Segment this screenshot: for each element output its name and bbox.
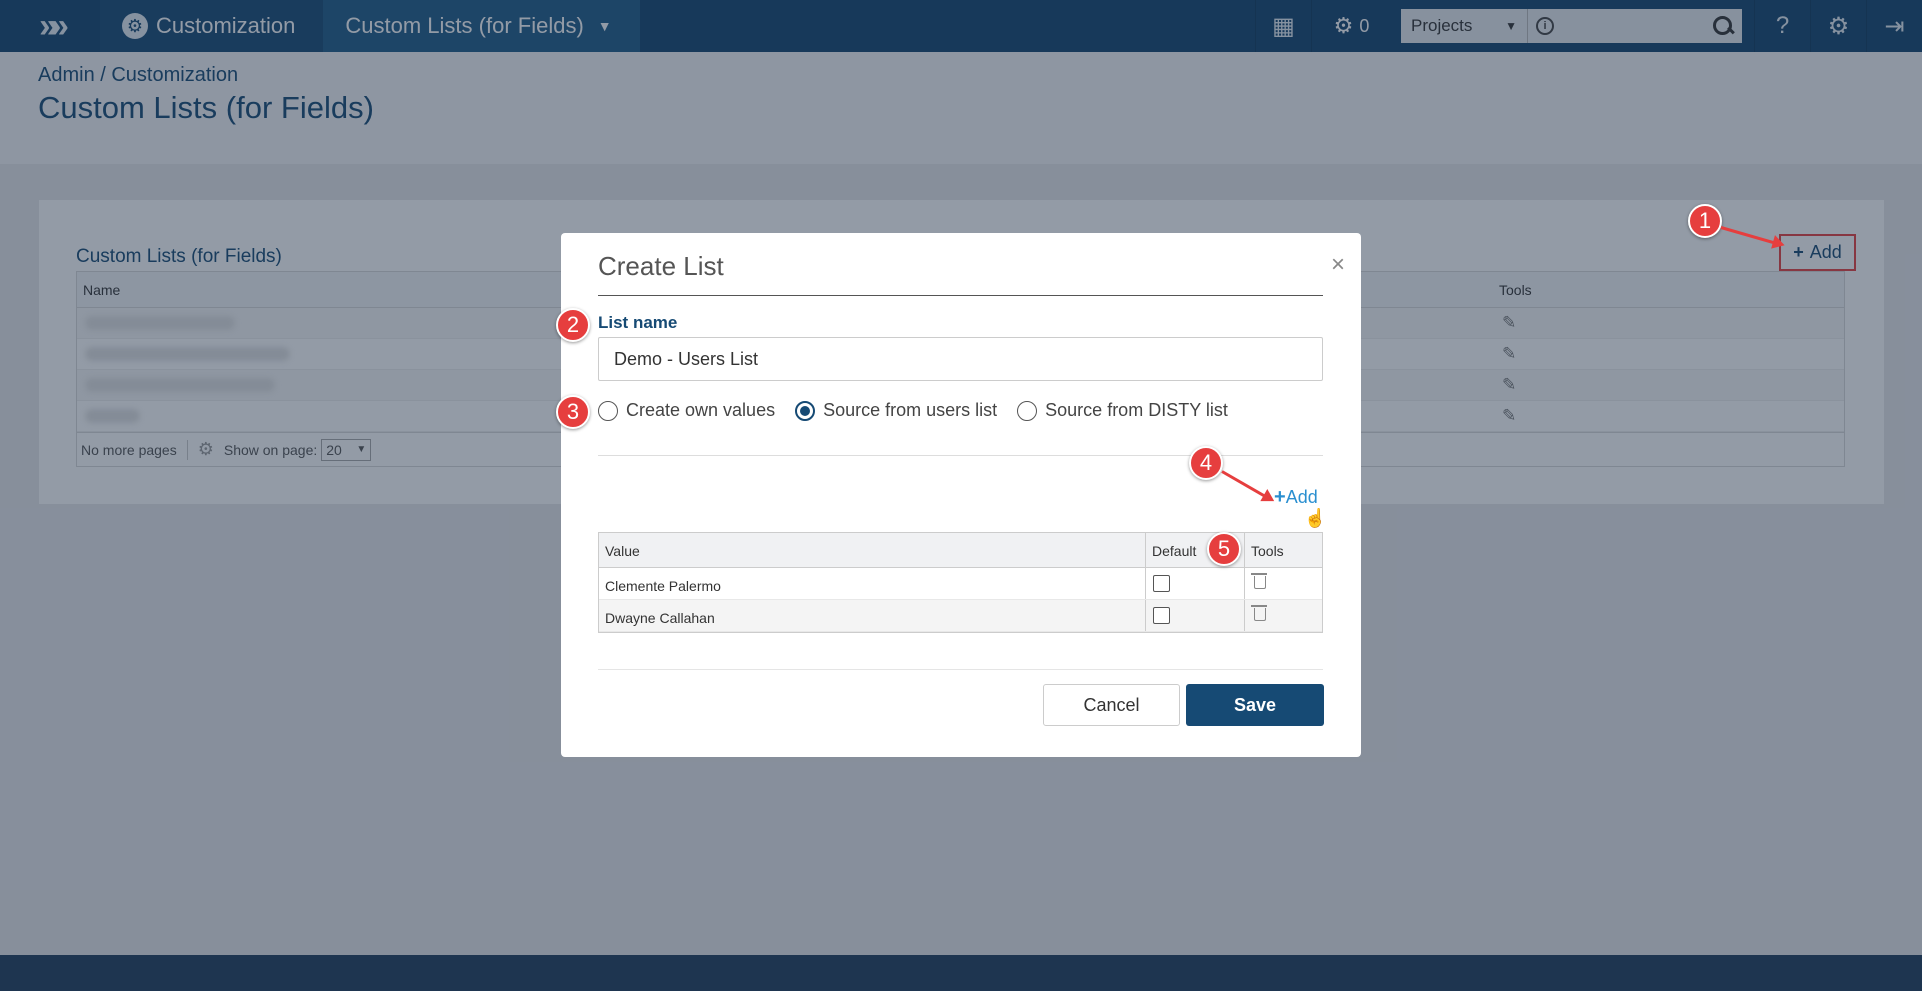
bottom-bar [0,955,1922,991]
radio-circle[interactable] [795,400,816,421]
radio-source-disty-list[interactable]: Source from DISTY list [1017,400,1228,421]
trash-icon[interactable] [1251,572,1267,589]
close-icon[interactable]: × [1331,251,1345,279]
default-checkbox[interactable] [1153,607,1170,624]
column-divider [1145,568,1146,599]
default-checkbox[interactable] [1153,575,1170,592]
add-value-button[interactable]: +Add [1274,486,1318,509]
radio-create-own-values[interactable]: Create own values [598,400,775,421]
column-divider [1244,568,1245,599]
radio-source-users-list[interactable]: Source from users list [795,400,997,421]
list-name-label: List name [598,313,678,332]
annotation-marker-2: 2 [556,308,590,342]
save-button[interactable]: Save [1186,684,1324,726]
source-radio-group: Create own values Source from users list… [598,400,1248,421]
radio-label: Create own values [626,400,776,420]
value-cell: Dwayne Callahan [605,610,715,626]
radio-label: Source from users list [823,400,998,420]
divider [598,669,1323,670]
add-value-label: Add [1285,487,1318,507]
list-name-input[interactable]: Demo - Users List [598,337,1323,381]
annotation-marker-3: 3 [556,395,590,429]
column-header-value: Value [605,543,640,559]
table-row: Clemente Palermo [599,568,1322,600]
column-divider [1145,600,1146,631]
create-list-dialog: Create List × List name Demo - Users Lis… [561,233,1361,757]
radio-label: Source from DISTY list [1045,400,1228,420]
column-header-default: Default [1152,543,1197,559]
radio-circle[interactable] [1017,400,1038,421]
annotation-marker-1: 1 [1688,204,1722,238]
divider [598,295,1323,296]
column-header-tools: Tools [1251,543,1284,559]
annotation-marker-4: 4 [1189,446,1223,480]
cancel-button[interactable]: Cancel [1043,684,1180,726]
table-row: Dwayne Callahan [599,600,1322,632]
column-divider [1145,533,1146,567]
dialog-title: Create List [598,251,724,281]
value-cell: Clemente Palermo [605,578,721,594]
annotation-marker-5: 5 [1207,532,1241,566]
radio-circle[interactable] [598,400,618,421]
hand-cursor-icon: ☝ [1304,508,1327,528]
trash-icon[interactable] [1251,604,1267,621]
column-divider [1244,600,1245,631]
column-divider [1244,533,1245,567]
